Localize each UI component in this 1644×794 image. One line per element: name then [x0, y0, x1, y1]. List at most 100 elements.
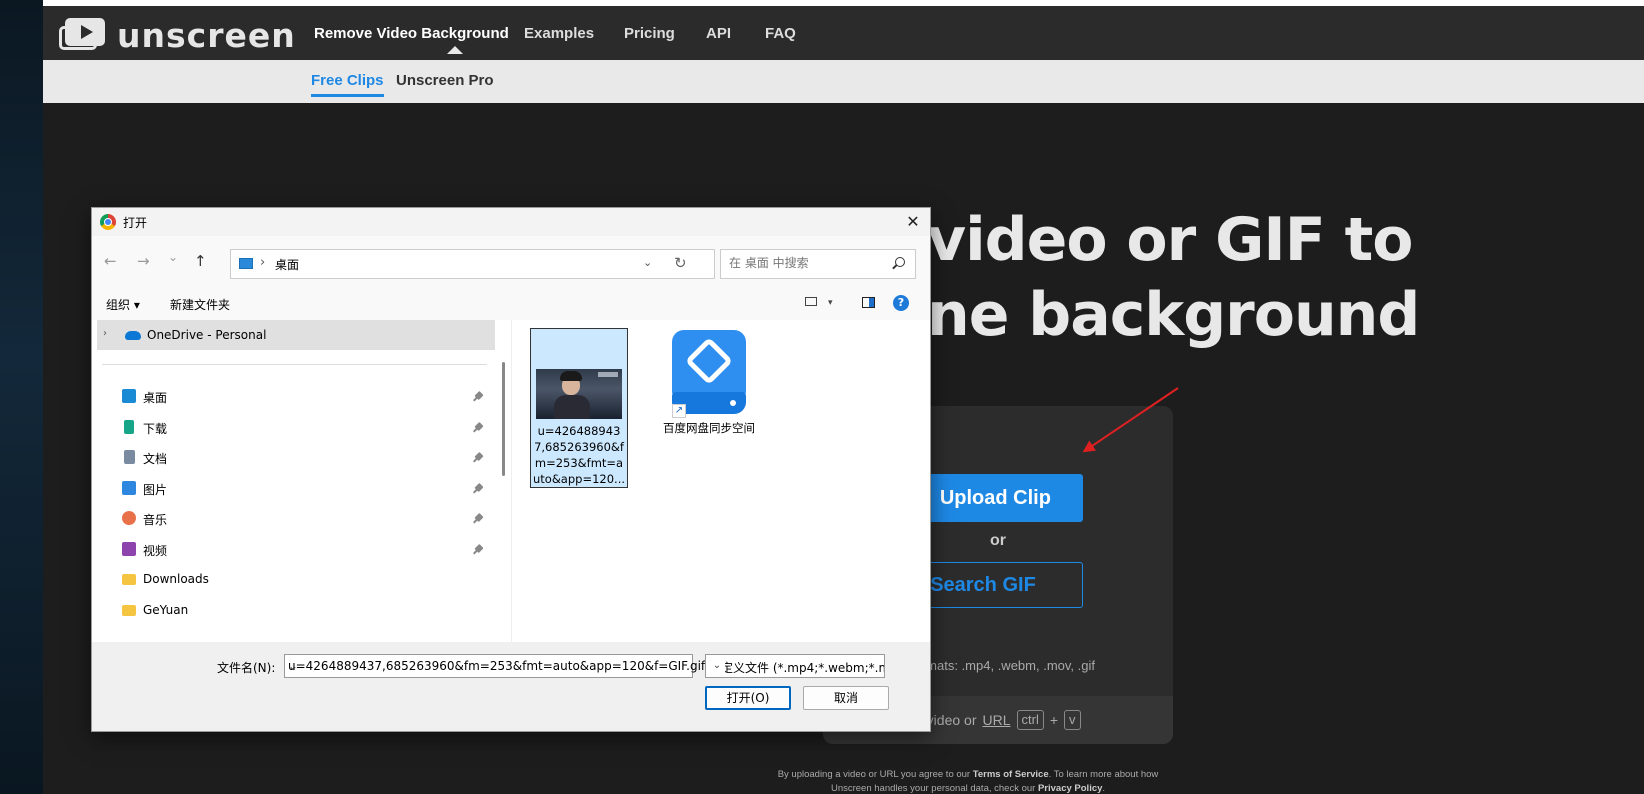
- sidebar-item-documents[interactable]: 文档: [122, 443, 492, 471]
- search-icon: [895, 257, 905, 267]
- dialog-search-input[interactable]: [729, 256, 879, 270]
- file-type-select[interactable]: 自定义文件 (*.mp4;*.webm;*.m ⌄: [705, 654, 885, 678]
- back-arrow-icon[interactable]: ←: [104, 252, 117, 270]
- gif-thumbnail: [536, 369, 622, 419]
- pictures-icon: [122, 481, 136, 495]
- music-icon: [122, 511, 136, 525]
- dialog-toolbar: 组织 ▾ 新建文件夹 ▾ ?: [92, 286, 930, 320]
- supported-formats-text: formats: .mp4, .webm, .mov, .gif: [911, 658, 1095, 673]
- sidebar-item-label: 图片: [143, 483, 168, 497]
- help-icon[interactable]: ?: [893, 295, 909, 311]
- legal-notice: By uploading a video or URL you agree to…: [768, 768, 1168, 794]
- view-mode-icon[interactable]: [805, 297, 817, 306]
- sidebar-item-music[interactable]: 音乐: [122, 504, 492, 532]
- nav-api[interactable]: API: [706, 25, 731, 42]
- sidebar-item-label: 音乐: [143, 513, 168, 527]
- sidebar-item-label: GeYuan: [143, 603, 189, 617]
- sidebar-item-downloads[interactable]: Downloads: [122, 565, 492, 593]
- sidebar-item-downloads-cn[interactable]: 下载: [122, 413, 492, 441]
- filename-history-chevron-icon[interactable]: ⌄: [288, 659, 688, 673]
- address-bar[interactable]: › 桌面 ⌄ ↻: [230, 249, 715, 279]
- sidebar-item-label: 视频: [143, 544, 168, 558]
- file-item-gif-selected[interactable]: u=4264889437,685263960&fm=253&fmt=auto&a…: [530, 328, 628, 488]
- sidebar-item-geyuan[interactable]: GeYuan: [122, 596, 492, 624]
- active-nav-caret: [447, 46, 463, 54]
- ctrl-key: ctrl: [1016, 710, 1044, 730]
- subnav-unscreen-pro[interactable]: Unscreen Pro: [396, 72, 494, 89]
- paste-url-link[interactable]: URL: [982, 712, 1010, 728]
- nav-pane-scrollbar[interactable]: [502, 362, 505, 476]
- folder-icon: [122, 574, 136, 585]
- paste-hint: e video or URL ctrl + v: [915, 710, 1081, 730]
- upload-clip-label: Upload Clip: [939, 486, 1051, 509]
- organize-menu-button[interactable]: 组织 ▾: [106, 296, 140, 313]
- file-item-baidu-shortcut[interactable]: ↗ 百度网盘同步空间: [660, 328, 758, 458]
- sidebar-item-videos[interactable]: 视频: [122, 535, 492, 563]
- expand-chevron-icon[interactable]: ›: [103, 328, 107, 339]
- address-location[interactable]: 桌面: [275, 256, 299, 273]
- legal-text-end: .: [1102, 783, 1106, 794]
- nav-pricing[interactable]: Pricing: [624, 25, 675, 42]
- baidu-netdisk-icon: ↗: [672, 330, 746, 418]
- file-list-pane: u=4264889437,685263960&fm=253&fmt=auto&a…: [511, 320, 930, 642]
- forward-arrow-icon[interactable]: →: [137, 252, 150, 270]
- nav-examples[interactable]: Examples: [524, 25, 594, 42]
- main-nav: unscreen Remove Video Background Example…: [43, 6, 1644, 60]
- dialog-titlebar: 打开 ✕: [92, 208, 930, 236]
- pin-icon: [474, 390, 484, 401]
- file-name-label: 百度网盘同步空间: [663, 421, 755, 435]
- hero-title-line-2: ne background: [927, 280, 1420, 350]
- open-file-dialog: 打开 ✕ ← → ⌄ ↑ › 桌面 ⌄ ↻ 组织 ▾ 新建文件夹 ▾ ? › O…: [91, 207, 931, 732]
- terms-of-service-link[interactable]: Terms of Service: [973, 769, 1049, 780]
- sidebar-item-desktop[interactable]: 桌面: [122, 382, 492, 410]
- sidebar-item-label: 文档: [143, 452, 168, 466]
- desktop-location-icon: [239, 258, 253, 269]
- legal-text-1: By uploading a video or URL you agree to…: [777, 769, 971, 780]
- filename-input[interactable]: u=4264889437,685263960&fm=253&fmt=auto&a…: [284, 654, 705, 678]
- sub-nav: Free Clips Unscreen Pro: [43, 60, 1644, 103]
- nav-remove-video-background[interactable]: Remove Video Background: [314, 25, 509, 42]
- view-mode-caret-icon[interactable]: ▾: [828, 298, 833, 308]
- onedrive-label: OneDrive - Personal: [147, 328, 267, 342]
- new-folder-button[interactable]: 新建文件夹: [170, 296, 230, 313]
- pin-icon: [474, 482, 484, 493]
- address-row: ← → ⌄ ↑ › 桌面 ⌄ ↻: [92, 236, 930, 286]
- file-type-value: 自定义文件 (*.mp4;*.webm;*.m: [709, 661, 885, 675]
- pin-icon: [474, 421, 484, 432]
- pin-icon: [474, 512, 484, 523]
- logo-mark-icon: [59, 18, 105, 52]
- recent-locations-chevron-icon[interactable]: ⌄: [168, 250, 178, 264]
- pin-icon: [474, 451, 484, 462]
- up-arrow-icon[interactable]: ↑: [194, 252, 207, 270]
- path-separator-icon: ›: [260, 255, 266, 270]
- plus-sign: +: [1049, 712, 1059, 728]
- folder-icon: [122, 605, 136, 616]
- chrome-icon: [100, 214, 116, 230]
- shortcut-arrow-icon: ↗: [672, 404, 686, 418]
- file-name-label: u=4264889437,685263960&fm=253&fmt=auto&a…: [533, 424, 625, 486]
- video-icon: [122, 542, 136, 556]
- nav-faq[interactable]: FAQ: [765, 25, 796, 42]
- preview-pane-icon[interactable]: [862, 297, 875, 308]
- pin-icon: [474, 543, 484, 554]
- sidebar-item-onedrive[interactable]: › OneDrive - Personal: [97, 320, 495, 350]
- dialog-close-button[interactable]: ✕: [902, 211, 924, 233]
- cancel-button[interactable]: 取消: [803, 686, 889, 710]
- open-button[interactable]: 打开(O): [705, 686, 791, 710]
- sidebar-item-pictures[interactable]: 图片: [122, 474, 492, 502]
- refresh-icon[interactable]: ↻: [674, 254, 687, 272]
- sidebar-item-label: 下载: [143, 422, 168, 436]
- privacy-policy-link[interactable]: Privacy Policy: [1038, 783, 1102, 794]
- sidebar-item-label: 桌面: [143, 391, 168, 405]
- navigation-pane: › OneDrive - Personal 桌面 下载 文档 图片 音乐 视频 …: [92, 320, 498, 642]
- desktop-icon: [122, 389, 136, 403]
- dialog-search-box[interactable]: [720, 249, 916, 279]
- address-history-chevron-icon[interactable]: ⌄: [643, 256, 652, 269]
- dialog-footer: 文件名(N): u=4264889437,685263960&fm=253&fm…: [92, 642, 930, 731]
- subnav-free-clips[interactable]: Free Clips: [311, 72, 384, 97]
- hero-title-line-1: video or GIF to: [927, 205, 1413, 275]
- filename-label: 文件名(N):: [217, 661, 276, 675]
- desktop-background-strip: [0, 0, 43, 794]
- file-type-chevron-icon: ⌄: [709, 655, 725, 677]
- unscreen-logo[interactable]: unscreen: [59, 16, 296, 55]
